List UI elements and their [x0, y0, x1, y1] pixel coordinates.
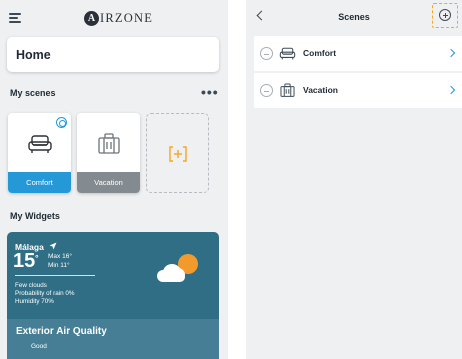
page-title: Scenes [338, 12, 370, 22]
scenes-screen: Scenes Comfort Vacation [246, 0, 462, 359]
brand-mark: A [84, 10, 99, 26]
sofa-icon [28, 135, 52, 153]
top-bar: Scenes [246, 0, 462, 35]
weather-rain: Probability of rain 0% [15, 290, 75, 297]
scene-row-label: Comfort [303, 48, 337, 58]
location-arrow-icon [49, 242, 57, 250]
air-quality-status: Good [31, 343, 47, 350]
suitcase-icon [98, 133, 120, 154]
divider [15, 275, 95, 276]
weather-degree: ° [35, 253, 39, 263]
scene-row-vacation[interactable]: Vacation [254, 73, 462, 108]
add-scene-button[interactable] [432, 3, 458, 28]
weather-max: Max 16° [48, 253, 72, 260]
chevron-right-icon [446, 85, 456, 95]
more-options-button[interactable]: ••• [201, 85, 219, 99]
menu-icon[interactable] [9, 13, 21, 23]
remove-scene-icon[interactable] [260, 84, 273, 97]
chevron-right-icon [446, 48, 456, 58]
scene-row-comfort[interactable]: Comfort [254, 36, 462, 71]
home-screen: A IRZONE Home My scenes ••• Comfort Vaca… [0, 0, 228, 359]
cloud-icon [157, 262, 197, 282]
my-scenes-title: My scenes [10, 88, 56, 98]
scene-card-comfort[interactable]: Comfort [8, 113, 71, 193]
scene-row-label: Vacation [303, 85, 338, 95]
weather-humidity: Humidity 70% [15, 298, 54, 305]
add-circle-icon [439, 9, 451, 21]
add-icon [169, 146, 187, 162]
weather-widget[interactable]: Málaga 15 ° Max 16° Min 11° Few clouds P… [7, 232, 219, 359]
sofa-icon [279, 47, 296, 60]
brand-text: IRZONE [100, 10, 154, 25]
scene-card-vacation[interactable]: Vacation [77, 113, 140, 193]
home-selector[interactable]: Home [7, 37, 219, 72]
my-widgets-title: My Widgets [10, 211, 60, 221]
scene-card-label: Vacation [77, 172, 140, 193]
weather-description: Few clouds [15, 282, 47, 289]
airzone-logo: A IRZONE [84, 10, 153, 26]
active-scene-icon [56, 117, 67, 128]
air-quality-section: Exterior Air Quality Good [7, 319, 219, 359]
top-bar: A IRZONE [0, 0, 228, 36]
remove-scene-icon[interactable] [260, 47, 273, 60]
weather-temperature: 15 [13, 250, 36, 272]
suitcase-icon [280, 83, 295, 97]
weather-min: Min 11° [48, 262, 70, 269]
air-quality-title: Exterior Air Quality [16, 326, 107, 337]
add-scene-card[interactable] [146, 113, 209, 193]
scene-card-label: Comfort [8, 172, 71, 193]
